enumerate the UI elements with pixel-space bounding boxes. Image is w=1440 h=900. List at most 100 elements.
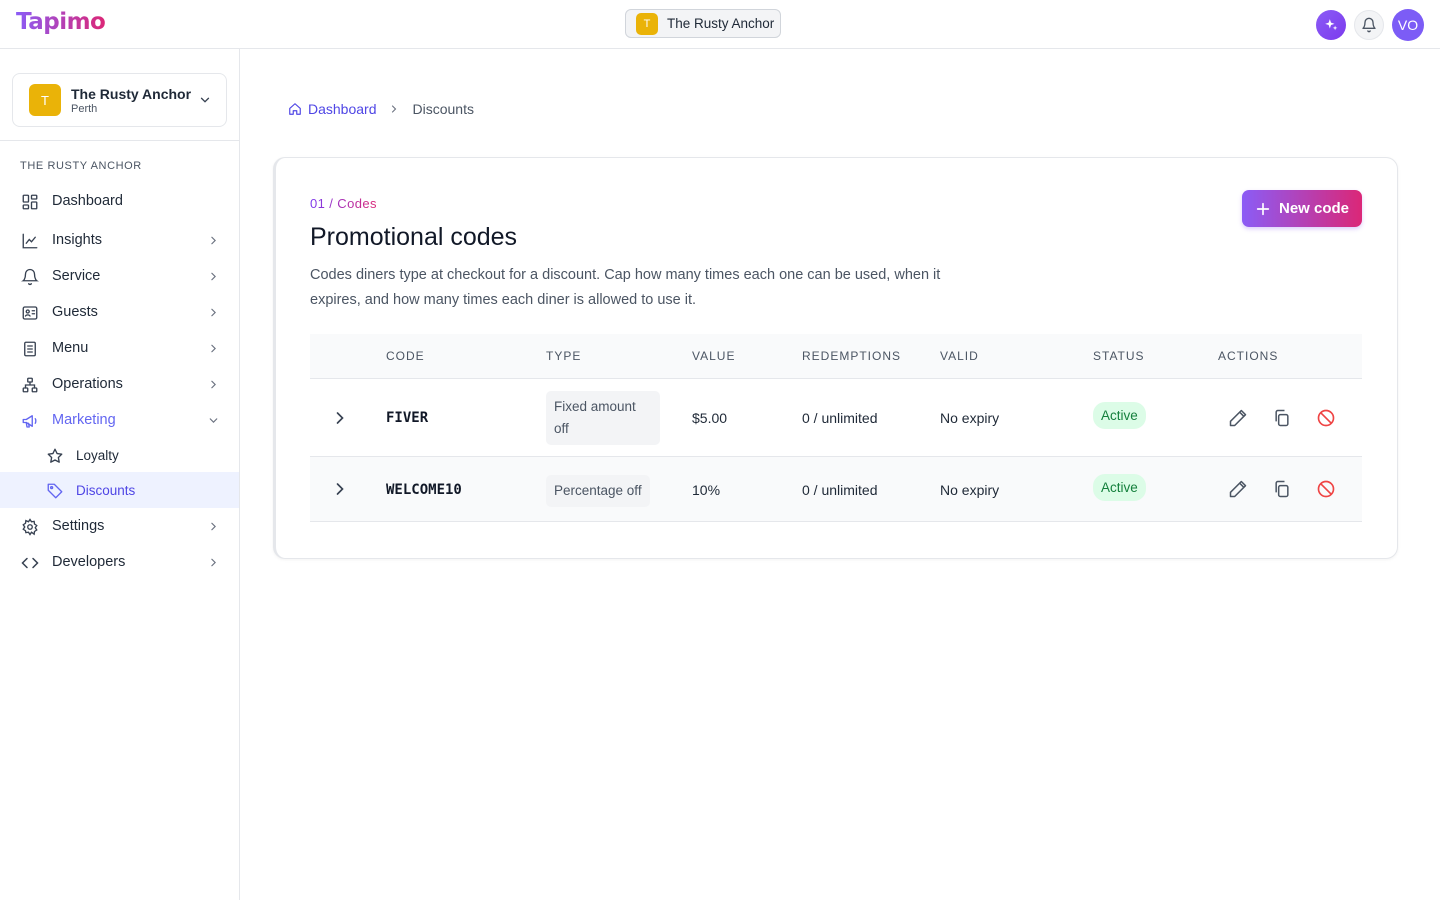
valid-cell: No expiry bbox=[940, 482, 1000, 498]
star-icon bbox=[47, 448, 63, 463]
value-cell: $5.00 bbox=[692, 410, 728, 426]
sidebar-item-label: Service bbox=[52, 268, 101, 284]
column-header-redemptions: REDEMPTIONS bbox=[802, 349, 902, 363]
chevron-right-icon bbox=[211, 558, 216, 567]
sidebar-item-operations[interactable]: Operations bbox=[0, 366, 239, 402]
promo-codes-card: 01 / Codes Promotional codes Codes diner… bbox=[273, 157, 1398, 559]
value-cell: 10% bbox=[692, 482, 721, 498]
section-eyebrow: 01 / Codes bbox=[310, 196, 377, 211]
sidebar-item-discounts[interactable]: Discounts bbox=[0, 472, 239, 508]
breadcrumb-home-label: Dashboard bbox=[308, 101, 377, 117]
sidebar-item-menu[interactable]: Menu bbox=[0, 330, 239, 366]
redemptions-cell: 0 / unlimited bbox=[802, 410, 878, 426]
sidebar-section-header: THE RUSTY ANCHOR bbox=[20, 160, 142, 172]
table-row: WELCOME10 Percentage off 10% 0 / unlimit… bbox=[310, 457, 1362, 522]
column-header-valid: VALID bbox=[940, 349, 979, 363]
expand-row-chevron-icon[interactable] bbox=[330, 479, 350, 499]
sidebar-item-label: Settings bbox=[52, 518, 105, 534]
sidebar-divider bbox=[0, 140, 239, 141]
id-card-icon bbox=[22, 306, 38, 320]
disable-ban-icon[interactable] bbox=[1316, 408, 1336, 428]
plus-icon bbox=[1256, 202, 1270, 215]
top-bar: Tapimo T The Rusty Anchor VO bbox=[0, 0, 1440, 49]
bell-icon bbox=[1362, 17, 1376, 33]
sidebar-item-label: Developers bbox=[52, 554, 126, 570]
codes-table: CODE TYPE VALUE REDEMPTIONS VALID STATUS… bbox=[310, 334, 1362, 522]
code-cell: WELCOME10 bbox=[386, 482, 462, 498]
column-header-type: TYPE bbox=[546, 349, 582, 363]
venue-chip-name: The Rusty Anchor bbox=[667, 16, 775, 31]
sidebar-item-label: Insights bbox=[52, 232, 102, 248]
chevron-right-icon bbox=[391, 105, 396, 113]
column-header-actions: ACTIONS bbox=[1218, 349, 1279, 363]
page-description: Codes diners type at checkout for a disc… bbox=[310, 267, 941, 308]
chevron-right-icon bbox=[211, 522, 216, 531]
sparkle-icon bbox=[1325, 19, 1338, 31]
venue-switcher-chip[interactable]: T The Rusty Anchor bbox=[625, 9, 781, 38]
copy-icon[interactable] bbox=[1272, 479, 1292, 499]
megaphone-icon bbox=[22, 415, 37, 428]
status-badge: Active bbox=[1093, 474, 1146, 501]
menu-doc-icon bbox=[24, 341, 36, 357]
chart-line-icon bbox=[22, 233, 38, 249]
sidebar-item-label: Guests bbox=[52, 304, 98, 320]
venue-selector[interactable]: T The Rusty Anchor Perth bbox=[12, 73, 227, 127]
chevron-down-icon bbox=[209, 418, 218, 423]
sidebar: T The Rusty Anchor Perth THE RUSTY ANCHO… bbox=[0, 49, 240, 900]
sidebar-item-developers[interactable]: Developers bbox=[0, 544, 239, 580]
column-header-code: CODE bbox=[386, 349, 425, 363]
notifications-button[interactable] bbox=[1354, 10, 1384, 40]
valid-cell: No expiry bbox=[940, 410, 1000, 426]
page-title: Promotional codes bbox=[310, 223, 518, 251]
code-cell: FIVER bbox=[386, 410, 429, 426]
sidebar-item-label: Dashboard bbox=[52, 193, 123, 209]
sidebar-item-label: Marketing bbox=[52, 412, 116, 428]
home-icon bbox=[289, 103, 301, 115]
sidebar-item-settings[interactable]: Settings bbox=[0, 508, 239, 544]
sidebar-item-guests[interactable]: Guests bbox=[0, 294, 239, 330]
sidebar-item-loyalty[interactable]: Loyalty bbox=[0, 437, 239, 473]
new-code-label: New code bbox=[1278, 200, 1350, 217]
sidebar-item-label: Discounts bbox=[76, 482, 136, 498]
org-chart-icon bbox=[22, 377, 38, 393]
table-row: FIVER Fixed amount off $5.00 0 / unlimit… bbox=[310, 379, 1362, 457]
edit-pencil-icon[interactable] bbox=[1228, 408, 1248, 428]
type-line: Fixed amount bbox=[554, 399, 636, 414]
breadcrumb-home-link[interactable]: Dashboard bbox=[288, 101, 377, 117]
chevron-right-icon bbox=[211, 236, 216, 245]
column-header-value: VALUE bbox=[692, 349, 736, 363]
sidebar-item-service[interactable]: Service bbox=[0, 258, 239, 294]
code-icon bbox=[21, 557, 39, 569]
app-logo[interactable]: Tapimo bbox=[16, 9, 106, 35]
new-code-button[interactable]: New code bbox=[1242, 190, 1362, 227]
redemptions-cell: 0 / unlimited bbox=[802, 482, 878, 498]
chevron-right-icon bbox=[211, 272, 216, 281]
sidebar-item-label: Menu bbox=[52, 340, 89, 356]
user-avatar[interactable]: VO bbox=[1392, 9, 1424, 41]
bell-icon bbox=[21, 268, 39, 286]
sidebar-item-label: Loyalty bbox=[76, 447, 119, 463]
type-line: off bbox=[554, 421, 569, 436]
venue-selector-name: The Rusty Anchor bbox=[71, 85, 192, 102]
column-header-status: STATUS bbox=[1093, 349, 1145, 363]
sidebar-item-insights[interactable]: Insights bbox=[0, 222, 239, 258]
dashboard-icon bbox=[22, 194, 38, 210]
sidebar-item-marketing[interactable]: Marketing bbox=[0, 402, 239, 438]
chevron-right-icon bbox=[211, 308, 216, 317]
breadcrumb: Dashboard Discounts bbox=[288, 101, 474, 117]
type-badge: Fixed amount off bbox=[546, 391, 660, 445]
venue-selector-location: Perth bbox=[71, 102, 98, 115]
ai-assistant-button[interactable] bbox=[1316, 10, 1346, 40]
tag-icon bbox=[47, 483, 63, 499]
edit-pencil-icon[interactable] bbox=[1228, 479, 1248, 499]
expand-row-chevron-icon[interactable] bbox=[330, 408, 350, 428]
sidebar-item-dashboard[interactable]: Dashboard bbox=[0, 183, 239, 219]
main-content: Dashboard Discounts 01 / Codes Promotion… bbox=[240, 49, 1440, 900]
status-badge: Active bbox=[1093, 402, 1146, 429]
chevron-right-icon bbox=[211, 344, 216, 353]
disable-ban-icon[interactable] bbox=[1316, 479, 1336, 499]
chevron-down-icon bbox=[200, 97, 210, 103]
chevron-right-icon bbox=[211, 380, 216, 389]
copy-icon[interactable] bbox=[1272, 408, 1292, 428]
gear-icon bbox=[22, 518, 38, 536]
